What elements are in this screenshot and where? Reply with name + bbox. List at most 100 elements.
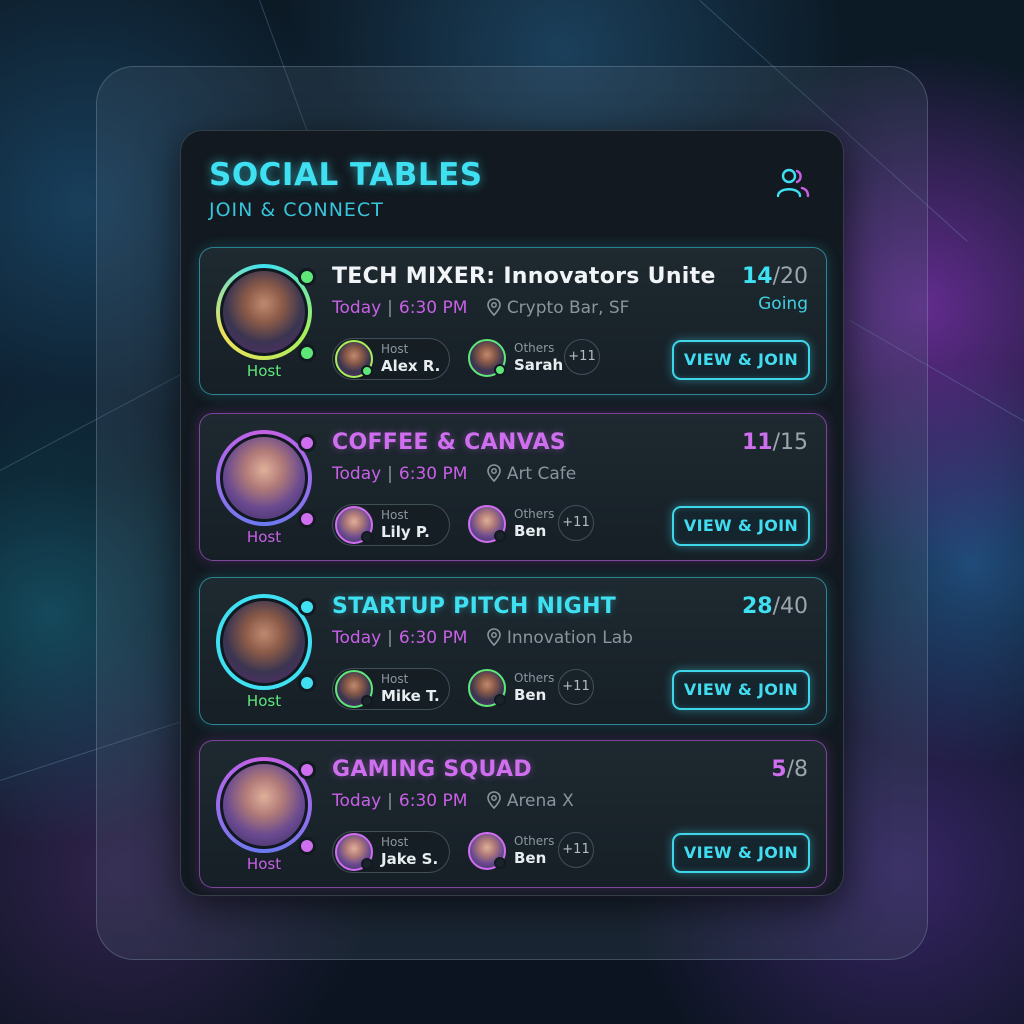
host-chip[interactable]: Host Lily P.	[332, 504, 450, 546]
online-dot	[361, 858, 373, 870]
going-count: 14	[741, 264, 773, 289]
others-label: Others	[514, 834, 555, 848]
status-dot	[298, 434, 316, 452]
event-time: 6:30 PM	[398, 791, 468, 811]
event-location: Art Cafe	[506, 464, 577, 484]
host-photo	[220, 598, 308, 686]
event-meta: Today | 6:30 PM Arena X	[332, 791, 574, 811]
online-dot	[494, 530, 506, 542]
capacity: /40	[772, 594, 808, 619]
location-pin-icon	[487, 464, 501, 482]
event-card[interactable]: Host GAMING SQUAD Today | 6:30 PM Arena X …	[199, 740, 827, 888]
status-dot	[298, 598, 316, 616]
going-count: 28	[741, 594, 773, 619]
others-label: Others	[514, 671, 555, 685]
host-tag: Host	[246, 362, 282, 380]
event-day: Today	[332, 464, 382, 484]
status-dot	[298, 344, 316, 362]
view-and-join-button[interactable]: VIEW & JOIN	[672, 670, 810, 710]
host-chip[interactable]: Host Alex R.	[332, 338, 450, 380]
host-chip[interactable]: Host Jake S.	[332, 831, 450, 873]
attendee-count: 14/20	[742, 264, 808, 289]
event-location: Arena X	[506, 791, 574, 811]
capacity: /20	[772, 264, 808, 289]
capacity: /8	[786, 757, 808, 782]
host-avatar[interactable]	[216, 594, 316, 692]
people-icon[interactable]	[775, 167, 811, 199]
host-label: Host	[381, 508, 409, 522]
event-title: STARTUP PITCH NIGHT	[332, 594, 617, 619]
host-tag: Host	[246, 692, 282, 710]
social-tables-panel: SOCIAL TABLES JOIN & CONNECT Host TECH M…	[180, 130, 844, 896]
online-dot	[494, 694, 506, 706]
event-day: Today	[332, 628, 382, 648]
others-name: Ben	[514, 522, 547, 540]
view-and-join-button[interactable]: VIEW & JOIN	[672, 340, 810, 380]
host-name: Mike T.	[381, 687, 440, 705]
attendee-count: 11/15	[742, 430, 808, 455]
page-title: SOCIAL TABLES	[209, 157, 483, 193]
page-subtitle: JOIN & CONNECT	[209, 199, 384, 221]
event-day: Today	[332, 791, 382, 811]
host-photo	[220, 268, 308, 356]
meta-separator: |	[387, 298, 393, 318]
others-name: Sarah	[514, 356, 564, 374]
others-name: Ben	[514, 686, 547, 704]
capacity: /15	[772, 430, 808, 455]
attendee-count: 28/40	[742, 594, 808, 619]
status-dot	[298, 510, 316, 528]
event-title: GAMING SQUAD	[332, 757, 532, 782]
others-chip[interactable]: Others Ben	[466, 831, 566, 873]
status-dot	[298, 837, 316, 855]
host-tag: Host	[246, 855, 282, 873]
status-dot	[298, 268, 316, 286]
host-name: Alex R.	[381, 357, 441, 375]
host-label: Host	[381, 672, 409, 686]
meta-separator: |	[387, 791, 393, 811]
event-location: Crypto Bar, SF	[506, 298, 630, 318]
event-meta: Today | 6:30 PM Art Cafe	[332, 464, 576, 484]
others-chip[interactable]: Others Ben	[466, 504, 566, 546]
others-chip[interactable]: Others Sarah	[466, 338, 566, 380]
others-chip[interactable]: Others Ben	[466, 668, 566, 710]
others-label: Others	[514, 341, 555, 355]
going-count: 5	[771, 757, 787, 782]
more-attendees-badge[interactable]: +11	[558, 669, 594, 705]
event-title: TECH MIXER: Innovators Unite	[332, 264, 716, 289]
host-name: Jake S.	[381, 850, 439, 868]
event-title: COFFEE & CANVAS	[332, 430, 566, 455]
more-attendees-badge[interactable]: +11	[564, 339, 600, 375]
event-time: 6:30 PM	[398, 628, 468, 648]
event-card[interactable]: Host TECH MIXER: Innovators Unite Today |…	[199, 247, 827, 395]
online-dot	[361, 531, 373, 543]
event-card[interactable]: Host STARTUP PITCH NIGHT Today | 6:30 PM I…	[199, 577, 827, 725]
host-tag: Host	[246, 528, 282, 546]
host-chip[interactable]: Host Mike T.	[332, 668, 450, 710]
host-avatar[interactable]	[216, 757, 316, 855]
online-dot	[361, 695, 373, 707]
host-label: Host	[381, 342, 409, 356]
meta-separator: |	[387, 628, 393, 648]
view-and-join-button[interactable]: VIEW & JOIN	[672, 833, 810, 873]
event-time: 6:30 PM	[398, 464, 468, 484]
online-dot	[494, 857, 506, 869]
online-dot	[494, 364, 506, 376]
others-label: Others	[514, 507, 555, 521]
more-attendees-badge[interactable]: +11	[558, 832, 594, 868]
host-avatar[interactable]	[216, 264, 316, 362]
location-pin-icon	[487, 298, 501, 316]
host-photo	[220, 434, 308, 522]
status-dot	[298, 674, 316, 692]
event-card[interactable]: Host COFFEE & CANVAS Today | 6:30 PM Art C…	[199, 413, 827, 561]
event-meta: Today | 6:30 PM Crypto Bar, SF	[332, 298, 629, 318]
others-name: Ben	[514, 849, 547, 867]
event-time: 6:30 PM	[398, 298, 468, 318]
event-location: Innovation Lab	[506, 628, 633, 648]
view-and-join-button[interactable]: VIEW & JOIN	[672, 506, 810, 546]
going-status: Going	[758, 294, 808, 314]
location-pin-icon	[487, 791, 501, 809]
meta-separator: |	[387, 464, 393, 484]
host-name: Lily P.	[381, 523, 430, 541]
host-avatar[interactable]	[216, 430, 316, 528]
more-attendees-badge[interactable]: +11	[558, 505, 594, 541]
